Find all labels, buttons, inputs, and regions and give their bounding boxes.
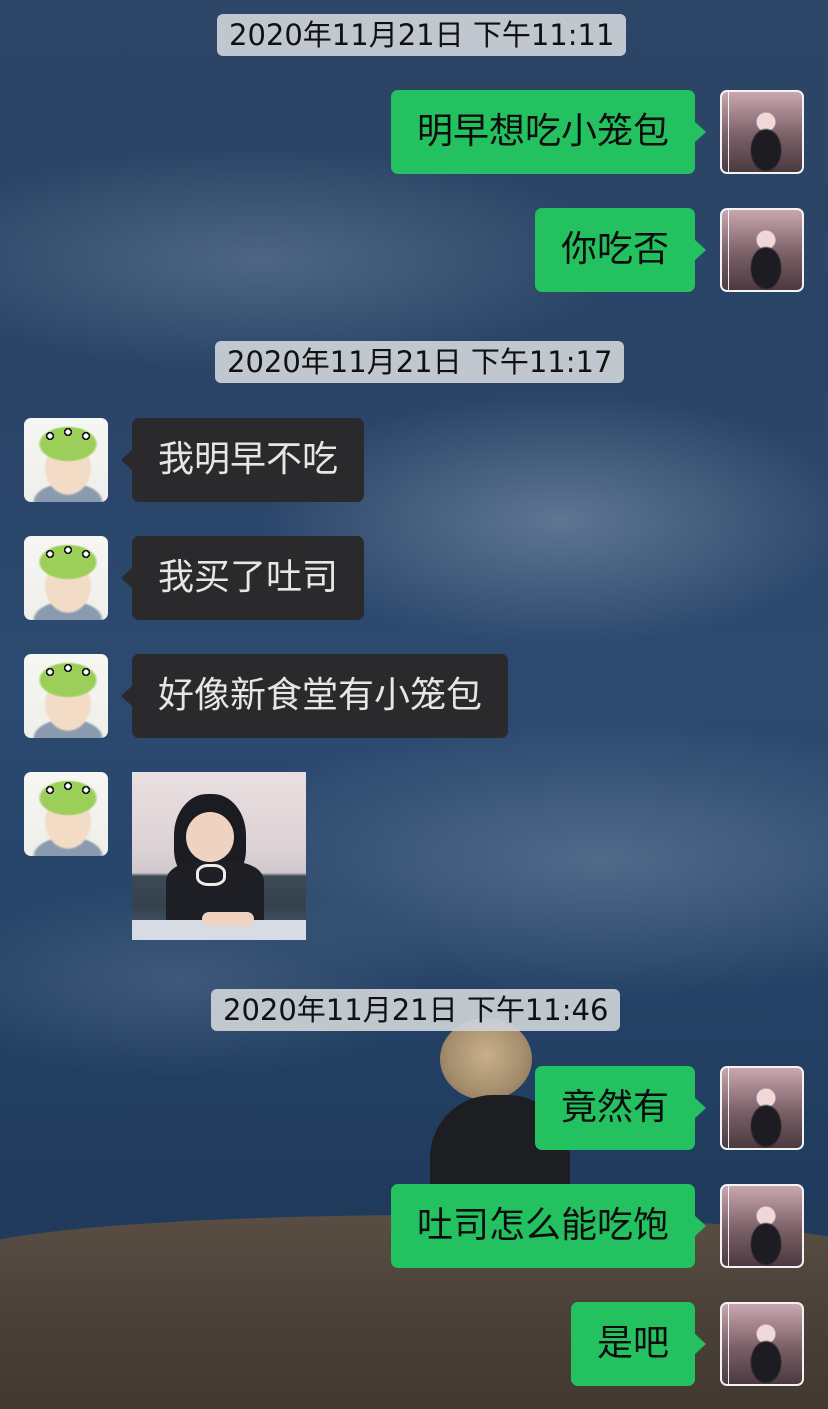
contact-avatar[interactable] — [24, 536, 108, 620]
message-bubble-self[interactable]: 吐司怎么能吃饱 — [390, 1184, 707, 1268]
contact-avatar[interactable] — [24, 418, 108, 502]
contact-avatar[interactable] — [24, 772, 108, 856]
timestamp: 2020年11月21日 下午11:17 — [215, 341, 625, 383]
message-bubble-self[interactable]: 你吃否 — [534, 208, 707, 292]
timestamp: 2020年11月21日 下午11:46 — [211, 989, 621, 1031]
message-bubble-self[interactable]: 竟然有 — [534, 1066, 707, 1150]
self-avatar[interactable] — [720, 1184, 804, 1268]
message-bubble-self[interactable]: 是吧 — [570, 1302, 707, 1386]
timestamp: 2020年11月21日 下午11:11 — [217, 14, 627, 56]
message-bubble-other[interactable]: 我买了吐司 — [120, 536, 365, 620]
chat-screen: 2020年11月21日 下午11:11 明早想吃小笼包 你吃否 2020年11月… — [0, 0, 828, 1409]
self-avatar[interactable] — [720, 90, 804, 174]
message-bubble-self[interactable]: 明早想吃小笼包 — [390, 90, 707, 174]
self-avatar[interactable] — [720, 1302, 804, 1386]
contact-avatar[interactable] — [24, 654, 108, 738]
sticker-image[interactable] — [132, 772, 306, 940]
message-bubble-other[interactable]: 好像新食堂有小笼包 — [120, 654, 509, 738]
self-avatar[interactable] — [720, 1066, 804, 1150]
sticker-kid-face — [186, 812, 234, 862]
message-bubble-other[interactable]: 我明早不吃 — [120, 418, 365, 502]
self-avatar[interactable] — [720, 208, 804, 292]
sticker-kid-bow — [196, 864, 226, 886]
sticker-kid-hands — [202, 912, 254, 926]
